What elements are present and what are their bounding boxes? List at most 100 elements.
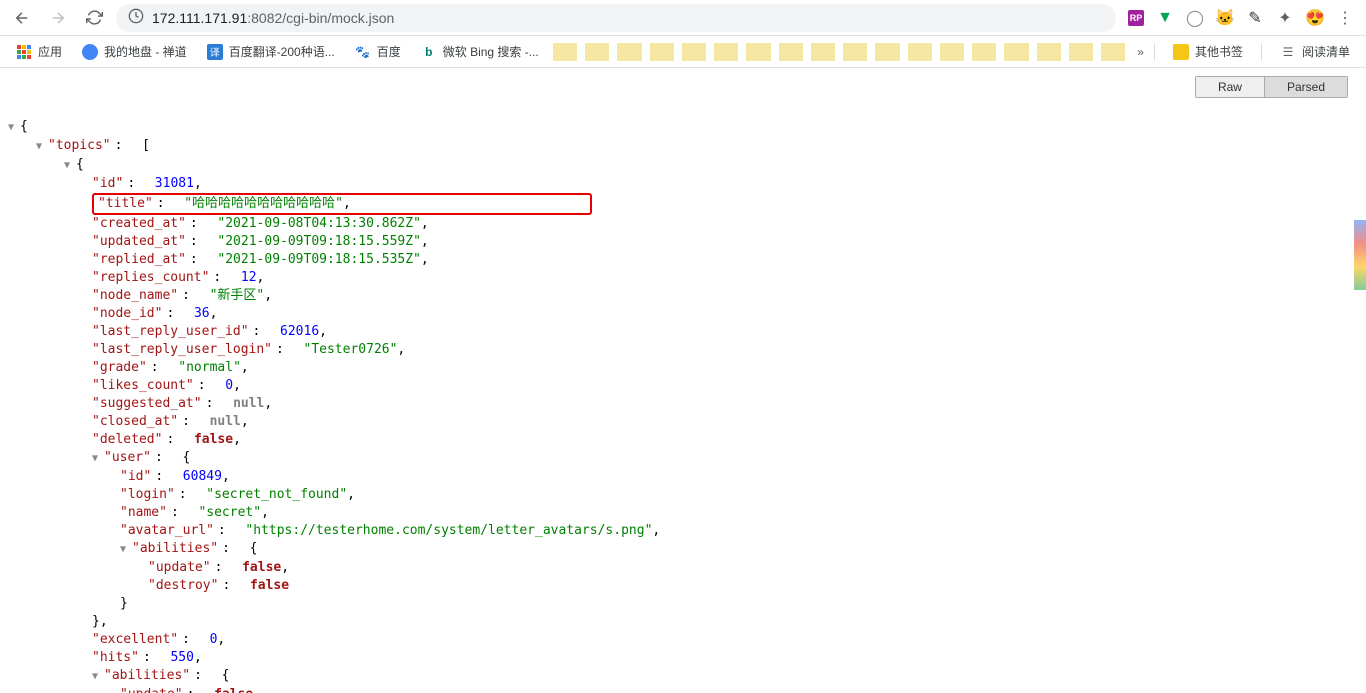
- browser-toolbar: 172.111.171.91:8082/cgi-bin/mock.json RP…: [0, 0, 1366, 36]
- bookmark-folder[interactable]: [972, 43, 996, 61]
- json-key: "login": [120, 487, 175, 502]
- bookmark-folder[interactable]: [746, 43, 770, 61]
- apps-label: 应用: [38, 43, 62, 60]
- json-key: "updated_at": [92, 234, 186, 249]
- json-value: "normal": [178, 360, 241, 375]
- bookmark-folder[interactable]: [940, 43, 964, 61]
- bookmarks-bar: 应用 我的地盘 - 禅道 译百度翻译-200种语... 🐾百度 b 微软 Bing…: [0, 36, 1366, 68]
- address-bar[interactable]: 172.111.171.91:8082/cgi-bin/mock.json: [116, 4, 1116, 32]
- json-value: "Tester0726": [304, 342, 398, 357]
- bookmark-folder[interactable]: [779, 43, 803, 61]
- bookmark-item[interactable]: 译百度翻译-200种语...: [199, 39, 343, 64]
- bookmark-label: 百度翻译-200种语...: [229, 43, 335, 60]
- json-value: null: [233, 396, 264, 411]
- caret-icon[interactable]: ▼: [92, 668, 102, 686]
- json-value: false: [214, 687, 253, 693]
- bookmark-folder[interactable]: [650, 43, 674, 61]
- bookmark-folder[interactable]: [1069, 43, 1093, 61]
- bookmark-item[interactable]: b 微软 Bing 搜索 -...: [413, 39, 547, 64]
- bookmark-label: 百度: [377, 43, 401, 60]
- ext-icon-circle[interactable]: ◯: [1186, 9, 1204, 27]
- json-key: "hits": [92, 650, 139, 665]
- json-key: "id": [120, 469, 151, 484]
- bookmark-folder[interactable]: [843, 43, 867, 61]
- json-key: "topics": [48, 138, 111, 153]
- json-value: "新手区": [210, 288, 265, 303]
- view-toggle: Raw Parsed: [1195, 76, 1348, 98]
- folder-icon: [1173, 44, 1189, 60]
- other-bookmarks-label: 其他书签: [1195, 43, 1243, 60]
- favicon-icon: [82, 44, 98, 60]
- ext-icon-face[interactable]: 😍: [1306, 9, 1324, 27]
- favicon-icon: 译: [207, 44, 223, 60]
- json-key: "title": [98, 196, 153, 211]
- bookmarks-overflow-icon[interactable]: »: [1131, 45, 1150, 59]
- menu-icon[interactable]: ⋮: [1336, 9, 1354, 27]
- bookmark-folder[interactable]: [811, 43, 835, 61]
- json-value: 31081: [155, 176, 194, 191]
- bookmark-folder[interactable]: [617, 43, 641, 61]
- parsed-button[interactable]: Parsed: [1264, 77, 1347, 97]
- apps-icon: [16, 44, 32, 60]
- json-value: 36: [194, 306, 210, 321]
- reading-list-icon: ☰: [1280, 44, 1296, 60]
- json-value: false: [242, 560, 281, 575]
- json-key: "closed_at": [92, 414, 178, 429]
- bookmark-folder[interactable]: [714, 43, 738, 61]
- bookmark-folder[interactable]: [682, 43, 706, 61]
- json-key: "last_reply_user_login": [92, 342, 272, 357]
- json-key: "likes_count": [92, 378, 194, 393]
- json-viewer-content[interactable]: Raw Parsed ▼{ ▼"topics": [ ▼{ "id": 3108…: [0, 68, 1366, 693]
- ext-icon-rp[interactable]: RP: [1128, 10, 1144, 26]
- json-key: "replies_count": [92, 270, 209, 285]
- json-value: false: [194, 432, 233, 447]
- reload-button[interactable]: [80, 4, 108, 32]
- bookmark-item[interactable]: 我的地盘 - 禅道: [74, 39, 195, 64]
- json-value: null: [210, 414, 241, 429]
- other-bookmarks[interactable]: 其他书签: [1165, 39, 1251, 64]
- json-value: false: [250, 578, 289, 593]
- bookmark-item[interactable]: 🐾百度: [347, 39, 409, 64]
- json-key: "suggested_at": [92, 396, 202, 411]
- json-key: "grade": [92, 360, 147, 375]
- bookmark-label: 微软 Bing 搜索 -...: [443, 43, 539, 60]
- bookmark-label: 我的地盘 - 禅道: [104, 43, 187, 60]
- caret-icon[interactable]: ▼: [120, 541, 130, 559]
- bookmark-folder[interactable]: [585, 43, 609, 61]
- json-value: 12: [241, 270, 257, 285]
- back-button[interactable]: [8, 4, 36, 32]
- reading-list[interactable]: ☰阅读清单: [1272, 39, 1358, 64]
- bookmark-folder[interactable]: [908, 43, 932, 61]
- json-key: "replied_at": [92, 252, 186, 267]
- json-value: "https://testerhome.com/system/letter_av…: [245, 523, 652, 538]
- bookmark-folder[interactable]: [1037, 43, 1061, 61]
- json-value: "2021-09-09T09:18:15.535Z": [217, 252, 421, 267]
- caret-icon[interactable]: ▼: [36, 138, 46, 156]
- json-key: "avatar_url": [120, 523, 214, 538]
- json-key: "last_reply_user_id": [92, 324, 249, 339]
- bookmark-folder[interactable]: [553, 43, 577, 61]
- caret-icon[interactable]: ▼: [64, 157, 74, 175]
- caret-icon[interactable]: ▼: [8, 119, 18, 137]
- json-key: "abilities": [104, 668, 190, 683]
- forward-button[interactable]: [44, 4, 72, 32]
- favicon-icon: b: [421, 44, 437, 60]
- apps-shortcut[interactable]: 应用: [8, 39, 70, 64]
- bookmark-folder[interactable]: [1004, 43, 1028, 61]
- ext-icon-cat[interactable]: 🐱: [1216, 9, 1234, 27]
- json-key: "update": [148, 560, 211, 575]
- caret-icon[interactable]: ▼: [92, 450, 102, 468]
- highlighted-row: "title": "哈哈哈哈哈哈哈哈哈哈哈",: [92, 193, 592, 215]
- json-key: "deleted": [92, 432, 162, 447]
- json-value: 550: [170, 650, 193, 665]
- ext-icon-picker[interactable]: ✎: [1246, 9, 1264, 27]
- ext-icon-shield[interactable]: ▼: [1156, 9, 1174, 27]
- json-key: "node_id": [92, 306, 162, 321]
- raw-button[interactable]: Raw: [1196, 77, 1264, 97]
- bookmark-folder[interactable]: [875, 43, 899, 61]
- json-key: "excellent": [92, 632, 178, 647]
- site-info-icon[interactable]: [128, 8, 144, 27]
- extensions-puzzle-icon[interactable]: ✦: [1276, 9, 1294, 27]
- json-key: "user": [104, 450, 151, 465]
- bookmark-folder[interactable]: [1101, 43, 1125, 61]
